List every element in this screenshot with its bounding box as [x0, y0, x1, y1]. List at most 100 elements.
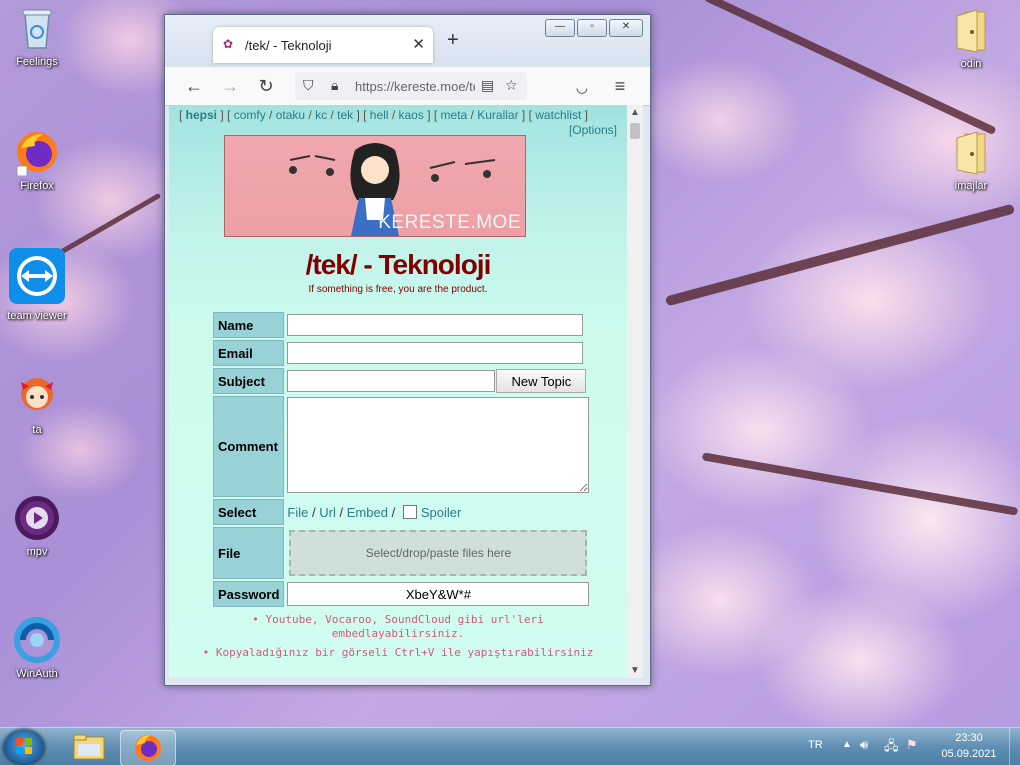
subject-input[interactable] [287, 370, 496, 392]
back-button[interactable]: ← [181, 73, 207, 99]
site-favicon-icon: ✿ [223, 37, 234, 51]
board-subtitle: If something is free, you are the produc… [308, 284, 488, 295]
minimize-button[interactable]: — [545, 19, 575, 37]
separator: / [339, 504, 344, 520]
pocket-icon: ◡ [575, 79, 589, 95]
pocket-button[interactable]: ◡ [569, 73, 595, 99]
name-input[interactable] [287, 314, 584, 336]
winauth-icon [13, 616, 61, 664]
close-window-button[interactable]: ✕ [609, 19, 643, 37]
note-paste: • Kopyaladığınız bir görseli Ctrl+V ile … [202, 646, 594, 659]
volume-icon[interactable]: 🔊︎ [860, 737, 868, 753]
start-button[interactable] [4, 730, 44, 764]
password-input[interactable]: XbeY&W*# [287, 582, 590, 606]
desktop-icon-imajlar[interactable]: imajlar [934, 128, 1008, 192]
desktop-icon-label: mpv [26, 546, 48, 558]
file-label: File [213, 527, 285, 579]
desktop-icon-recycle-bin[interactable]: Feelings [0, 4, 74, 68]
bookmark-star-icon[interactable]: ☆ [505, 77, 518, 94]
scroll-down-icon[interactable]: ▼ [627, 665, 643, 676]
url-text: https://kereste.moe/tek [355, 79, 475, 94]
board-list-separator: / [388, 108, 399, 122]
desktop-icon-firefox[interactable]: Firefox [0, 128, 74, 192]
select-url-link[interactable]: Url [319, 505, 336, 520]
board-list-separator: [ [179, 108, 186, 122]
network-icon[interactable]: 🖧 [884, 737, 899, 759]
separator: / [391, 504, 396, 520]
board-link-kc[interactable]: kc [315, 108, 327, 122]
scrollbar-thumb[interactable] [630, 123, 640, 139]
maximize-button[interactable]: ▫ [577, 19, 607, 37]
forward-button[interactable]: → [217, 73, 243, 99]
board-link-hepsi[interactable]: hepsi [186, 108, 217, 122]
reload-icon: ↻ [258, 76, 274, 96]
page-viewport: [ hepsi ] [ comfy / otaku / kc / tek ] [… [169, 105, 627, 678]
firefox-icon [135, 735, 161, 761]
clock-time[interactable]: 23:30 [934, 732, 1004, 744]
spoiler-checkbox[interactable] [402, 504, 417, 519]
select-file-link[interactable]: File [287, 505, 308, 520]
arrow-right-icon: → [221, 76, 239, 96]
scroll-up-icon[interactable]: ▲ [627, 107, 643, 118]
show-desktop-button[interactable] [1009, 728, 1020, 765]
clock-date[interactable]: 05.09.2021 [934, 748, 1004, 760]
lock-icon: 🔒︎ [331, 77, 339, 93]
taskbar-firefox[interactable] [120, 730, 176, 765]
system-tray: TR ▲ 🔊︎ 🖧 ⚑ 23:30 05.09.2021 [800, 728, 1020, 765]
select-embed-link[interactable]: Embed [347, 505, 388, 520]
music-notes-icon [289, 155, 336, 176]
windows-logo-icon [16, 738, 32, 754]
note-embed-line2: embedlayabilirsiniz. [331, 627, 465, 640]
board-list-separator: / [467, 108, 478, 122]
folder-icon [73, 734, 105, 760]
board-list-separator: / [305, 108, 316, 122]
browser-tab[interactable]: ✿ /tek/ - Teknoloji ✕ [213, 27, 433, 63]
branch [664, 203, 1016, 307]
board-list-separator: ] [ [423, 108, 441, 122]
title-bar: — ▫ ✕ ✿ /tek/ - Teknoloji ✕ + [165, 15, 650, 71]
firefox-icon [13, 128, 61, 177]
desktop-icon-label: Feelings [16, 56, 58, 68]
reader-view-icon[interactable]: ▤ [481, 77, 494, 94]
action-center-icon[interactable]: ⚑ [906, 737, 918, 753]
board-link-otaku[interactable]: otaku [276, 108, 305, 122]
language-indicator[interactable]: TR [808, 739, 823, 751]
page-scrollbar[interactable]: ▲ ▼ [627, 105, 643, 678]
close-icon: ✕ [621, 21, 631, 32]
new-tab-button[interactable]: + [447, 29, 459, 52]
desktop-icon-label: ta [32, 424, 42, 436]
comment-textarea[interactable] [287, 397, 590, 493]
board-link-kaos[interactable]: kaos [399, 108, 424, 122]
board-link-kurallar[interactable]: Kurallar [477, 108, 518, 122]
board-title: /tek/ - Teknoloji [305, 249, 492, 280]
taskbar-explorer[interactable] [62, 730, 116, 764]
desktop-icon-odin[interactable]: odin [934, 6, 1008, 70]
desktop-icon-label: WinAuth [16, 668, 58, 680]
reload-button[interactable]: ↻ [253, 73, 279, 99]
file-dropzone[interactable]: Select/drop/paste files here [289, 530, 588, 576]
desktop-icon-label: team viewer [7, 310, 67, 322]
board-link-watchlist[interactable]: watchlist [535, 108, 581, 122]
board-banner[interactable]: KERESTE.MOE [224, 135, 526, 237]
email-input[interactable] [287, 342, 584, 364]
desktop-icon-ta[interactable]: ta [0, 372, 74, 436]
new-topic-button[interactable]: New Topic [496, 369, 587, 393]
board-link-tek[interactable]: tek [337, 108, 353, 122]
desktop-icon-winauth[interactable]: WinAuth [0, 616, 74, 680]
spoiler-label[interactable]: Spoiler [421, 505, 461, 520]
url-bar[interactable]: ⛉ 🔒︎ https://kereste.moe/tek ▤ ☆ [295, 72, 527, 100]
tab-close-icon[interactable]: ✕ [412, 35, 425, 53]
desktop-icon-teamviewer[interactable]: team viewer [0, 246, 74, 322]
board-link-comfy[interactable]: comfy [234, 108, 266, 122]
board-list: [ hepsi ] [ comfy / otaku / kc / tek ] [… [179, 108, 588, 122]
desktop: Feelings Firefox team viewer ta mpv WinA… [0, 0, 1020, 765]
password-label: Password [213, 581, 285, 607]
name-label: Name [213, 312, 285, 338]
board-list-separator: ] [ [353, 108, 370, 122]
tray-expand-icon[interactable]: ▲ [842, 739, 852, 750]
board-link-meta[interactable]: meta [441, 108, 468, 122]
board-link-hell[interactable]: hell [370, 108, 389, 122]
options-link[interactable]: [Options] [569, 123, 617, 137]
menu-button[interactable]: ≡ [607, 73, 633, 99]
desktop-icon-mpv[interactable]: mpv [0, 494, 74, 558]
